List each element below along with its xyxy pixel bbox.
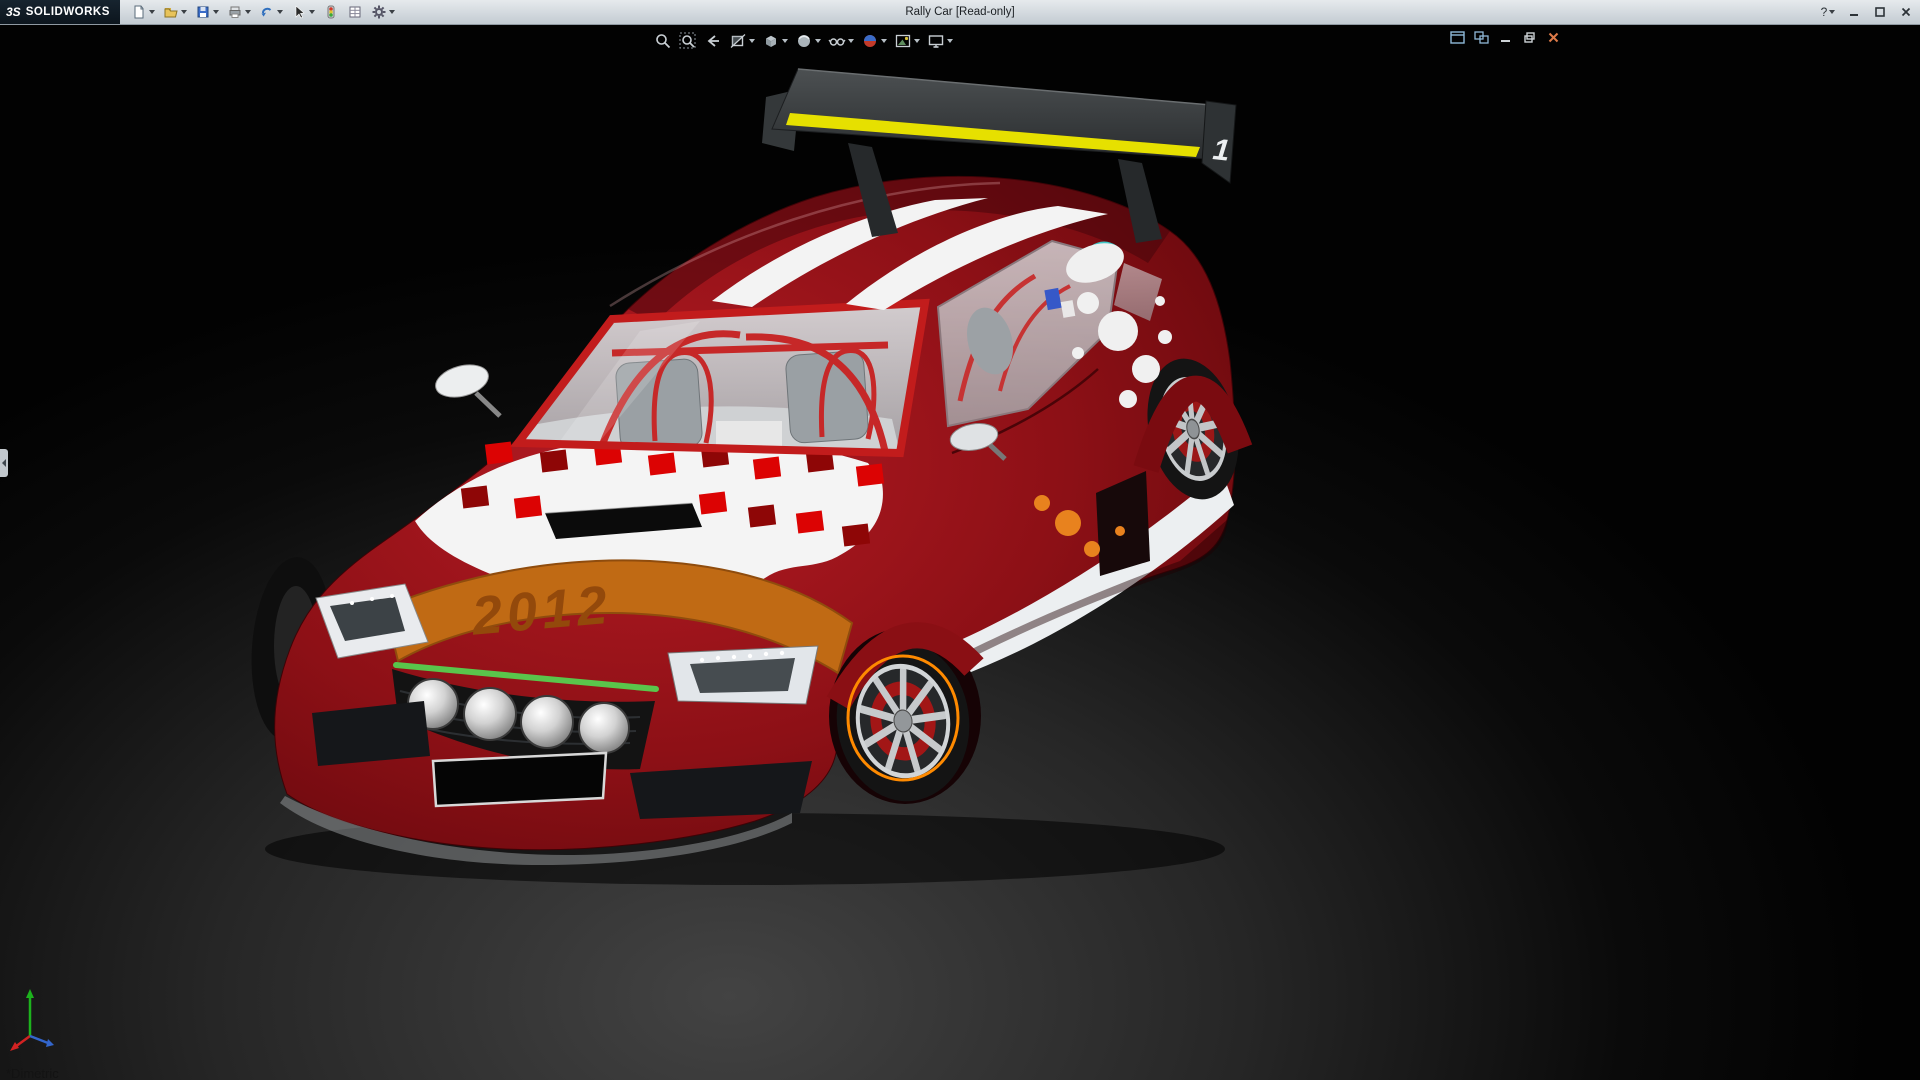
doc-close-button[interactable] <box>1545 30 1562 45</box>
doc-restore-icon <box>1523 31 1536 44</box>
save-icon <box>195 4 211 20</box>
open-dropdown-arrow[interactable] <box>181 10 187 14</box>
view-settings-dropdown-arrow[interactable] <box>947 39 953 43</box>
zoom-fit-button[interactable] <box>652 28 674 54</box>
rebuild-button[interactable] <box>320 0 342 24</box>
display-style-button[interactable] <box>793 28 823 54</box>
left-mirror[interactable] <box>432 360 500 416</box>
view-settings-icon <box>927 32 945 50</box>
document-window-controls <box>1449 30 1562 45</box>
options-dropdown-arrow[interactable] <box>389 10 395 14</box>
open-folder-icon <box>163 4 179 20</box>
maximize-icon <box>1874 6 1886 18</box>
close-button[interactable] <box>1896 3 1916 21</box>
titlebar: 3S SOLIDWORKS <box>0 0 1920 25</box>
zoom-area-button[interactable] <box>677 28 699 54</box>
open-button[interactable] <box>160 0 190 24</box>
print-icon <box>227 4 243 20</box>
undo-icon <box>259 4 275 20</box>
rebuild-icon <box>323 4 339 20</box>
print-button[interactable] <box>224 0 254 24</box>
close-icon <box>1900 6 1912 18</box>
view-orientation-dropdown-arrow[interactable] <box>782 39 788 43</box>
new-document-icon <box>131 4 147 20</box>
options-icon <box>371 4 387 20</box>
view-orientation-icon <box>762 32 780 50</box>
triad-z-axis <box>30 1036 54 1047</box>
undo-button[interactable] <box>256 0 286 24</box>
apply-scene-icon <box>894 32 912 50</box>
3d-model-rally-car[interactable]: 1 <box>0 25 1920 1080</box>
orientation-triad <box>8 980 78 1059</box>
zoom-area-icon <box>679 32 697 50</box>
rear-wing[interactable]: 1 <box>762 69 1236 183</box>
heads-up-view-toolbar <box>652 28 955 54</box>
new-window-icon <box>1450 31 1465 44</box>
app-name: SOLIDWORKS <box>26 6 110 18</box>
section-view-button[interactable] <box>727 28 757 54</box>
display-style-icon <box>795 32 813 50</box>
select-cursor-icon <box>291 4 307 20</box>
triad-y-axis <box>26 989 34 1036</box>
select-button[interactable] <box>288 0 318 24</box>
previous-view-icon <box>704 32 722 50</box>
select-dropdown-arrow[interactable] <box>309 10 315 14</box>
view-orientation-label: *Dimetric <box>6 1066 59 1080</box>
previous-view-button[interactable] <box>702 28 724 54</box>
apply-scene-dropdown-arrow[interactable] <box>914 39 920 43</box>
apply-scene-button[interactable] <box>892 28 922 54</box>
print-dropdown-arrow[interactable] <box>245 10 251 14</box>
graphics-area[interactable]: 1 <box>0 25 1920 1080</box>
new-button[interactable] <box>128 0 158 24</box>
maximize-button[interactable] <box>1870 3 1890 21</box>
zoom-fit-icon <box>654 32 672 50</box>
license-plate[interactable] <box>433 753 606 806</box>
tile-windows-button[interactable] <box>1473 30 1490 45</box>
view-orientation-button[interactable] <box>760 28 790 54</box>
view-settings-button[interactable] <box>925 28 955 54</box>
file-properties-button[interactable] <box>344 0 366 24</box>
quick-access-toolbar <box>120 0 398 24</box>
doc-minimize-button[interactable] <box>1497 30 1514 45</box>
new-dropdown-arrow[interactable] <box>149 10 155 14</box>
solidworks-window: 3S SOLIDWORKS <box>0 0 1920 1080</box>
help-dropdown-arrow[interactable] <box>1829 10 1835 14</box>
doc-restore-button[interactable] <box>1521 30 1538 45</box>
file-properties-icon <box>347 4 363 20</box>
edit-appearance-icon <box>861 32 879 50</box>
save-button[interactable] <box>192 0 222 24</box>
windshield[interactable] <box>518 303 925 453</box>
window-controls: ? <box>1818 0 1916 24</box>
new-window-button[interactable] <box>1449 30 1466 45</box>
tile-windows-icon <box>1474 31 1489 44</box>
3ds-logo-icon: 3S <box>6 5 21 19</box>
options-button[interactable] <box>368 0 398 24</box>
window-title: Rally Car [Read-only] <box>905 0 1014 24</box>
save-dropdown-arrow[interactable] <box>213 10 219 14</box>
doc-minimize-icon <box>1499 31 1512 44</box>
doc-close-icon <box>1547 31 1560 44</box>
hood-year-decal: 2012 <box>469 575 615 647</box>
minimize-icon <box>1848 6 1860 18</box>
section-view-icon <box>729 32 747 50</box>
section-view-dropdown-arrow[interactable] <box>749 39 755 43</box>
help-button[interactable]: ? <box>1818 3 1838 21</box>
display-style-dropdown-arrow[interactable] <box>815 39 821 43</box>
right-headlight[interactable] <box>668 646 818 704</box>
hide-show-dropdown-arrow[interactable] <box>848 39 854 43</box>
panel-collapse-tab[interactable] <box>0 449 8 477</box>
undo-dropdown-arrow[interactable] <box>277 10 283 14</box>
wing-number-decal: 1 <box>1211 133 1231 168</box>
solidworks-logo: 3S SOLIDWORKS <box>0 0 120 24</box>
help-icon: ? <box>1821 5 1828 19</box>
hide-show-items-button[interactable] <box>826 28 856 54</box>
triad-x-axis <box>10 1036 30 1051</box>
collapse-arrow-icon <box>2 459 6 467</box>
edit-appearance-button[interactable] <box>859 28 889 54</box>
minimize-button[interactable] <box>1844 3 1864 21</box>
edit-appearance-dropdown-arrow[interactable] <box>881 39 887 43</box>
hide-show-items-icon <box>828 32 846 50</box>
